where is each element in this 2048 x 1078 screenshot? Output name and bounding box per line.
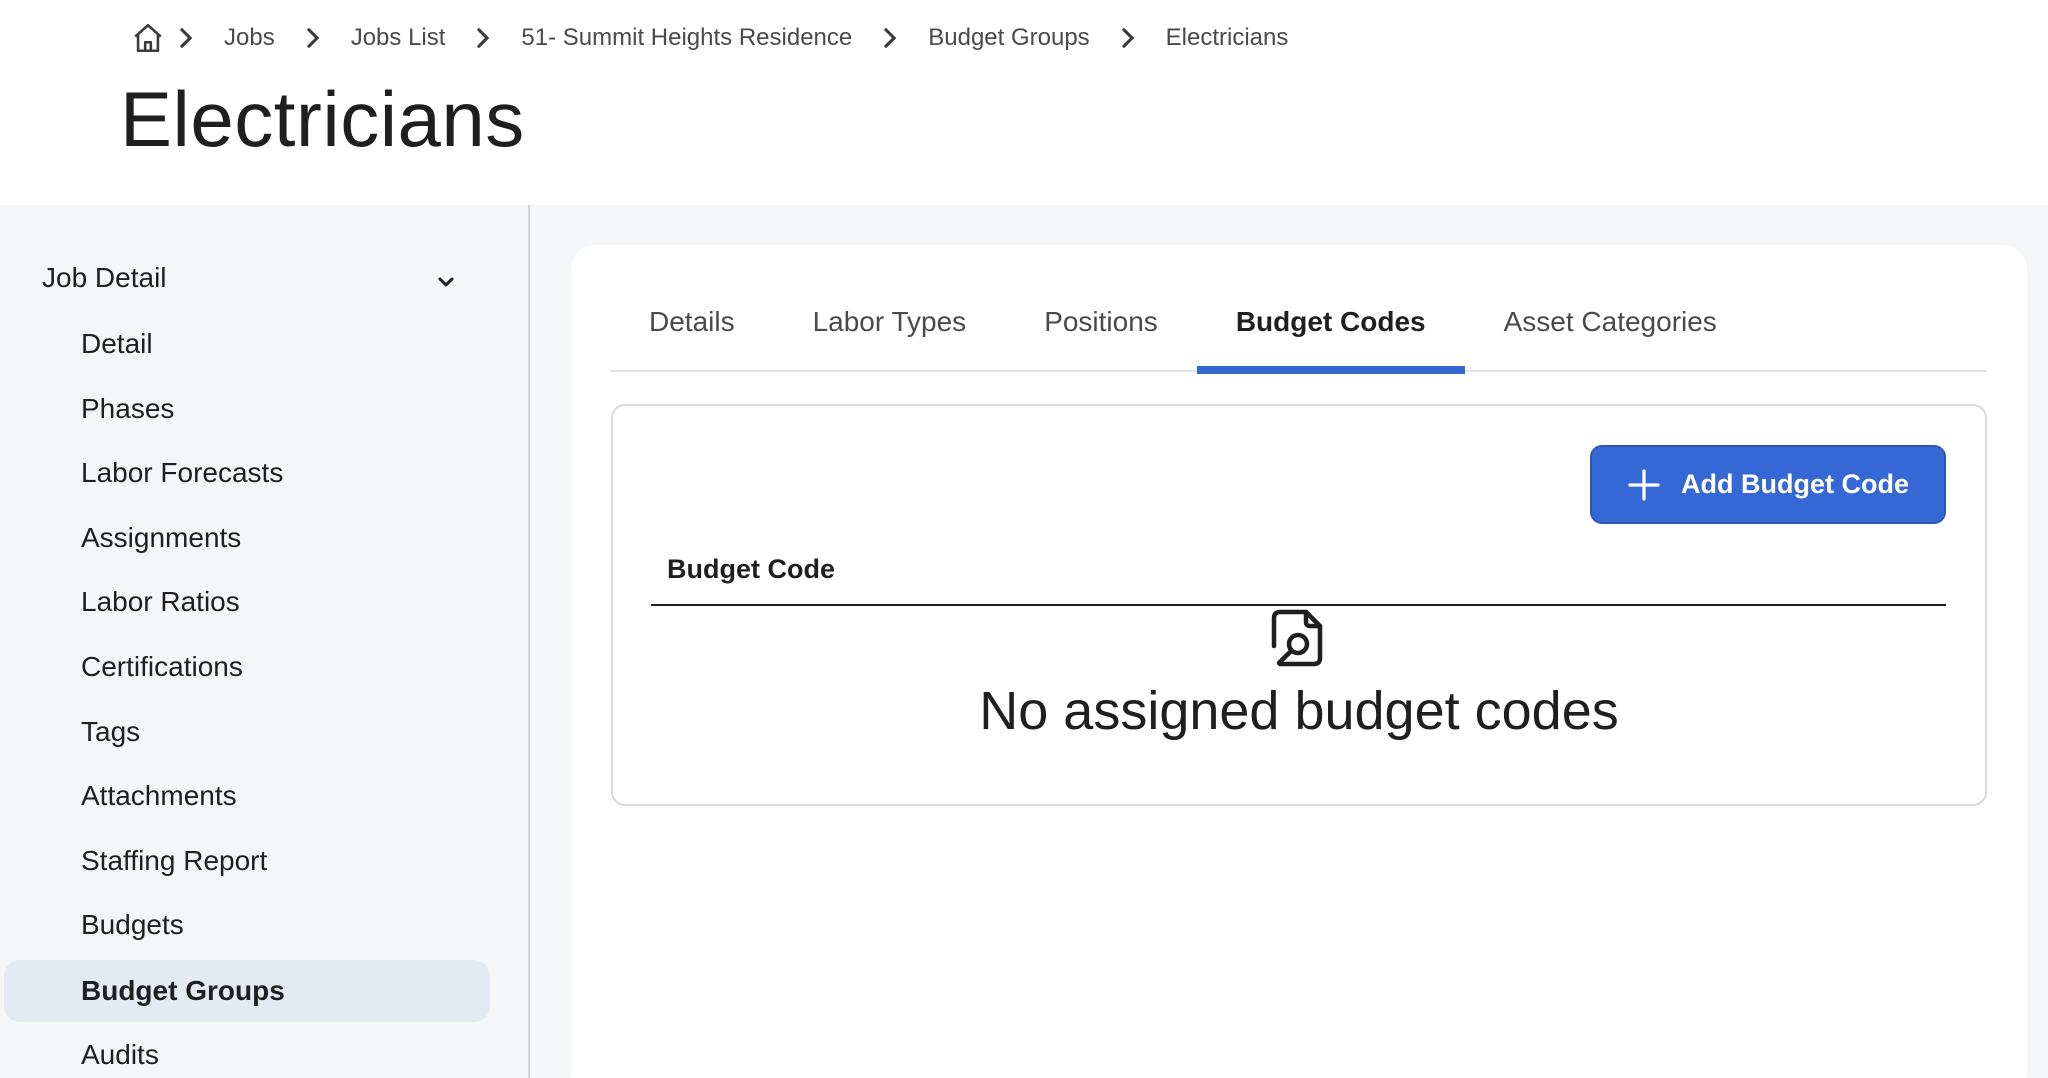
- sidebar-item-tags[interactable]: Tags: [4, 701, 490, 763]
- sidebar-item-labor-forecasts[interactable]: Labor Forecasts: [4, 442, 490, 504]
- sidebar-item-budgets[interactable]: Budgets: [4, 894, 490, 956]
- plus-icon: [1627, 468, 1661, 502]
- page-header: Jobs Jobs List 51- Summit Heights Reside…: [0, 0, 2048, 205]
- tab-labor-types[interactable]: Labor Types: [774, 296, 1006, 372]
- tab-bar: Details Labor Types Positions Budget Cod…: [610, 296, 1987, 374]
- chevron-right-icon: [870, 20, 910, 56]
- empty-state-message: No assigned budget codes: [979, 681, 1619, 741]
- tab-details[interactable]: Details: [610, 296, 774, 372]
- sidebar-item-labor-ratios[interactable]: Labor Ratios: [4, 571, 490, 633]
- chevron-down-icon: [432, 268, 460, 296]
- breadcrumb-current: Electricians: [1165, 24, 1289, 51]
- home-icon[interactable]: [130, 20, 166, 56]
- sidebar-item-detail[interactable]: Detail: [4, 313, 490, 375]
- column-header-budget-code[interactable]: Budget Code: [651, 550, 1946, 606]
- chevron-right-icon: [293, 20, 333, 56]
- breadcrumb-job[interactable]: 51- Summit Heights Residence: [503, 24, 870, 52]
- sidebar-item-attachments[interactable]: Attachments: [4, 765, 490, 827]
- sidebar-item-phases[interactable]: Phases: [4, 378, 490, 440]
- sidebar-item-staffing-report[interactable]: Staffing Report: [4, 830, 490, 892]
- sidebar-group-job-detail[interactable]: Job Detail: [0, 248, 490, 308]
- add-budget-code-button[interactable]: Add Budget Code: [1590, 445, 1946, 524]
- sidebar-item-audits[interactable]: Audits: [4, 1024, 490, 1078]
- sidebar-item-budget-groups[interactable]: Budget Groups: [4, 960, 490, 1022]
- breadcrumb-budget-groups[interactable]: Budget Groups: [910, 24, 1107, 52]
- tab-asset-categories[interactable]: Asset Categories: [1465, 296, 1756, 372]
- page-title: Electricians: [120, 75, 525, 163]
- sidebar-item-assignments[interactable]: Assignments: [4, 507, 490, 569]
- chevron-right-icon: [463, 20, 503, 56]
- breadcrumb: Jobs Jobs List 51- Summit Heights Reside…: [130, 18, 1306, 58]
- breadcrumb-jobs[interactable]: Jobs: [206, 24, 293, 52]
- sidebar-group-label: Job Detail: [42, 262, 167, 293]
- file-search-icon: [1270, 608, 1328, 670]
- breadcrumb-jobs-list[interactable]: Jobs List: [333, 24, 464, 52]
- sidebar-item-certifications[interactable]: Certifications: [4, 636, 490, 698]
- chevron-right-icon: [1108, 20, 1148, 56]
- add-budget-code-label: Add Budget Code: [1681, 469, 1909, 499]
- tab-positions[interactable]: Positions: [1005, 296, 1197, 372]
- tab-budget-codes[interactable]: Budget Codes: [1196, 296, 1465, 374]
- chevron-right-icon: [166, 20, 206, 56]
